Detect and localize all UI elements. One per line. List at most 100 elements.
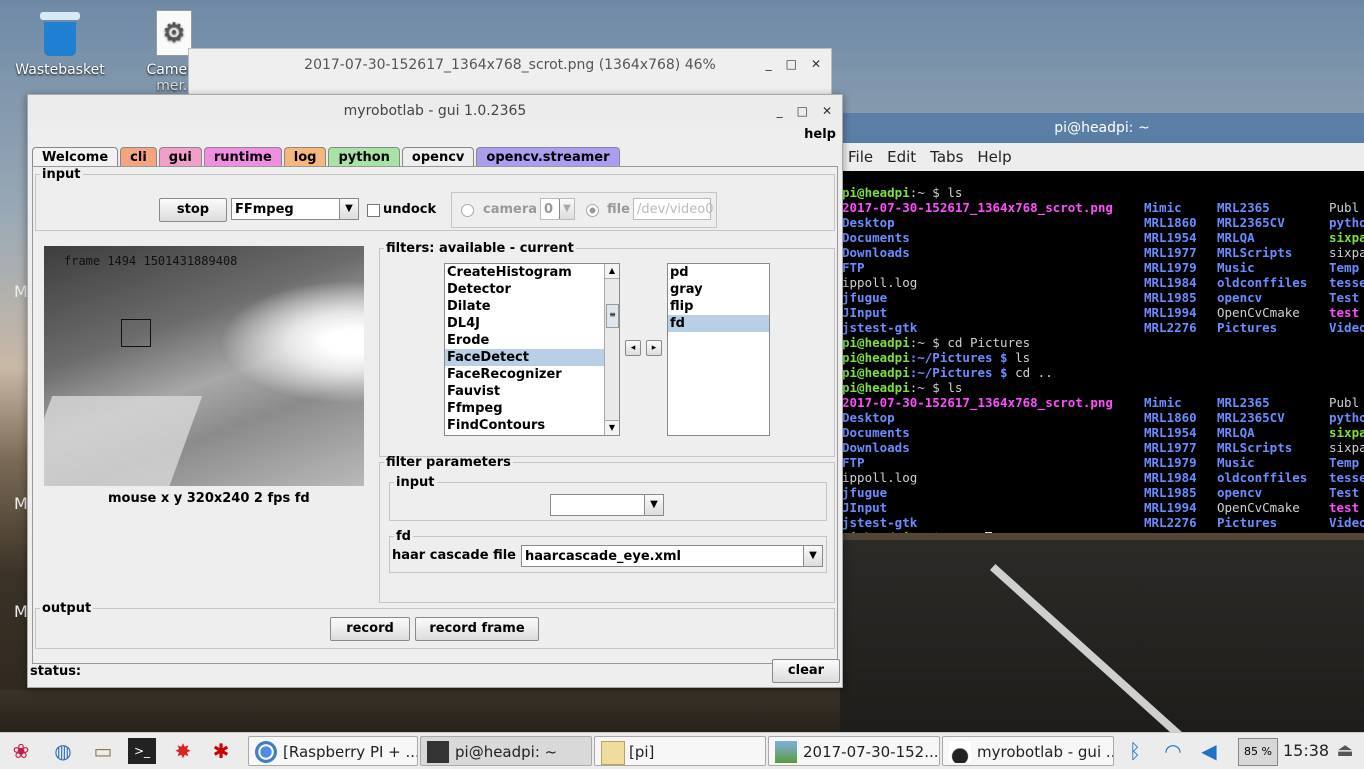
stop-button[interactable]: stop xyxy=(159,198,227,222)
terminal-text: sixpa xyxy=(1329,440,1364,455)
available-filters-list[interactable]: CreateHistogram Detector Dilate DL4J Erode Fa… xyxy=(444,263,620,436)
mathematica-icon[interactable]: ✸ xyxy=(168,736,198,766)
desktop-icon-wastebasket[interactable]: Wastebasket xyxy=(14,12,106,78)
terminal-text: Test xyxy=(1329,485,1360,500)
undock-checkbox[interactable] xyxy=(367,204,380,217)
available-filter-item[interactable]: DL4J xyxy=(445,315,604,332)
file-radio[interactable] xyxy=(586,204,599,217)
scroll-up-icon[interactable]: ▲ xyxy=(605,264,619,279)
terminal-text: JInput xyxy=(842,500,888,515)
move-left-button[interactable]: ◂ xyxy=(625,340,641,356)
available-filter-item[interactable]: Dilate xyxy=(445,298,604,315)
tab-5[interactable]: python xyxy=(328,147,400,167)
menu-tabs[interactable]: Tabs xyxy=(930,148,963,166)
current-filter-item[interactable]: gray xyxy=(668,281,769,298)
move-right-button[interactable]: ▸ xyxy=(646,340,662,356)
window-title: myrobotlab - gui 1.0.2365 xyxy=(28,95,842,127)
terminal-text: Documents xyxy=(842,230,910,245)
record-frame-button[interactable]: record frame xyxy=(415,617,539,641)
menu-edit[interactable]: Edit xyxy=(887,148,916,166)
current-filter-item[interactable]: fd xyxy=(668,315,769,332)
available-filter-item[interactable]: FindContours xyxy=(445,417,604,434)
menu-help[interactable]: Help xyxy=(977,148,1011,166)
available-filter-item[interactable]: Detector xyxy=(445,281,604,298)
available-filter-item[interactable]: Ffmpeg xyxy=(445,400,604,417)
desktop-icon-partial[interactable]: M xyxy=(14,602,28,621)
close-icon[interactable]: ✕ xyxy=(811,57,821,71)
eject-icon[interactable]: ⏏ xyxy=(1330,736,1360,766)
desktop-road xyxy=(840,540,1364,732)
terminal-text: Publ xyxy=(1329,200,1360,215)
taskbar-item-chromium[interactable]: [Raspberry PI + ... xyxy=(248,736,418,766)
available-filter-item[interactable]: CreateHistogram xyxy=(445,264,604,281)
taskbar-item-file-manager[interactable]: [pi] xyxy=(594,736,766,766)
myrobotlab-window[interactable]: myrobotlab - gui 1.0.2365 _ □ ✕ help Wel… xyxy=(27,94,843,688)
record-button[interactable]: record xyxy=(330,617,410,641)
video-feed[interactable]: frame 1494 1501431889408 xyxy=(44,246,364,486)
menu-file[interactable]: File xyxy=(848,148,873,166)
scroll-thumb[interactable]: ≡ xyxy=(606,304,619,328)
terminal-text: pi@headpi xyxy=(842,365,910,380)
wolfram-icon[interactable]: ✱ xyxy=(206,736,236,766)
current-filters-list[interactable]: pd gray flip fd xyxy=(667,263,770,436)
chevron-down-icon: ▼ xyxy=(339,199,358,219)
clear-button[interactable]: clear xyxy=(772,659,840,683)
volume-icon[interactable]: ◀ xyxy=(1194,736,1224,766)
terminal-text: oldconffiles xyxy=(1217,275,1308,290)
minimize-icon[interactable]: _ xyxy=(766,57,772,71)
help-menu[interactable]: help xyxy=(804,127,836,142)
terminal-output[interactable]: pi@headpi:~ $ ls 2017-07-30-152617_1364x7… xyxy=(842,183,1364,533)
terminal-text: :~ $ ls xyxy=(909,380,963,395)
file-manager-icon[interactable]: ▭ xyxy=(88,736,118,766)
terminal-text: MRL2365CV xyxy=(1217,410,1285,425)
tab-2[interactable]: gui xyxy=(158,147,202,167)
desktop-icon-partial[interactable]: M xyxy=(14,282,28,301)
available-filter-item[interactable]: FaceDetect xyxy=(445,349,604,366)
grabber-select[interactable]: FFmpeg ▼ xyxy=(231,198,359,220)
tab-1[interactable]: cli xyxy=(120,147,157,167)
camera-radio[interactable] xyxy=(461,204,474,217)
terminal-menubar: File Edit Tabs Help xyxy=(839,143,1364,171)
maximize-icon[interactable]: □ xyxy=(786,57,797,71)
terminal-text: MRL1985 xyxy=(1144,290,1197,305)
raspberry-menu-icon[interactable]: ❀ xyxy=(6,736,36,766)
terminal-text: tesse xyxy=(1329,470,1364,485)
terminal-text: MRL1994 xyxy=(1144,305,1197,320)
chevron-down-icon: ▼ xyxy=(644,495,663,515)
terminal-text: sixpa xyxy=(1329,245,1364,260)
web-browser-icon[interactable]: ◍ xyxy=(48,736,78,766)
bluetooth-icon[interactable]: ᛒ xyxy=(1120,736,1150,766)
haar-cascade-select[interactable]: haarcascade_eye.xml ▼ xyxy=(521,545,823,567)
available-filter-item[interactable]: Erode xyxy=(445,332,604,349)
camera-index-select[interactable]: 0 ▼ xyxy=(540,198,575,220)
close-icon[interactable]: ✕ xyxy=(822,104,832,118)
image-viewer-window[interactable]: 2017-07-30-152617_1364x768_scrot.png (13… xyxy=(188,48,832,96)
taskbar-item-label: pi@headpi: ~ xyxy=(455,743,558,761)
available-filters-scrollbar[interactable]: ▲ ≡ ▼ xyxy=(604,264,619,435)
tab-4[interactable]: log xyxy=(283,147,327,167)
available-filter-item[interactable]: FaceRecognizer xyxy=(445,366,604,383)
taskbar-item-myrobotlab[interactable]: myrobotlab - gui ... xyxy=(942,736,1114,766)
terminal-text: FTP xyxy=(842,455,865,470)
maximize-icon[interactable]: □ xyxy=(797,104,808,118)
taskbar-item-terminal[interactable]: pi@headpi: ~ xyxy=(420,736,592,766)
tab-7[interactable]: opencv.streamer xyxy=(476,147,620,167)
wifi-icon[interactable]: ◠ xyxy=(1158,736,1188,766)
terminal-text: jfugue xyxy=(842,290,888,305)
taskbar-item-label: [pi] xyxy=(629,743,655,761)
file-path-input[interactable]: /dev/video0 xyxy=(633,198,713,220)
terminal-launcher-icon[interactable]: >_ xyxy=(128,738,156,764)
taskbar-item-image-viewer[interactable]: 2017-07-30-152... xyxy=(768,736,940,766)
current-filter-item[interactable]: flip xyxy=(668,298,769,315)
terminal-text: opencv xyxy=(1217,485,1263,500)
minimize-icon[interactable]: _ xyxy=(777,104,783,118)
terminal-text: pi@headpi xyxy=(842,185,910,200)
desktop-icon-partial[interactable]: M xyxy=(14,494,28,513)
available-filter-item[interactable]: Fauvist xyxy=(445,383,604,400)
current-filter-item[interactable]: pd xyxy=(668,264,769,281)
tab-3[interactable]: runtime xyxy=(203,147,282,167)
tab-0[interactable]: Welcome xyxy=(32,147,119,167)
scroll-down-icon[interactable]: ▼ xyxy=(605,420,619,435)
params-input-select[interactable]: ▼ xyxy=(550,494,664,516)
terminal-window[interactable]: pi@headpi: ~ File Edit Tabs Help pi@head… xyxy=(838,113,1364,533)
